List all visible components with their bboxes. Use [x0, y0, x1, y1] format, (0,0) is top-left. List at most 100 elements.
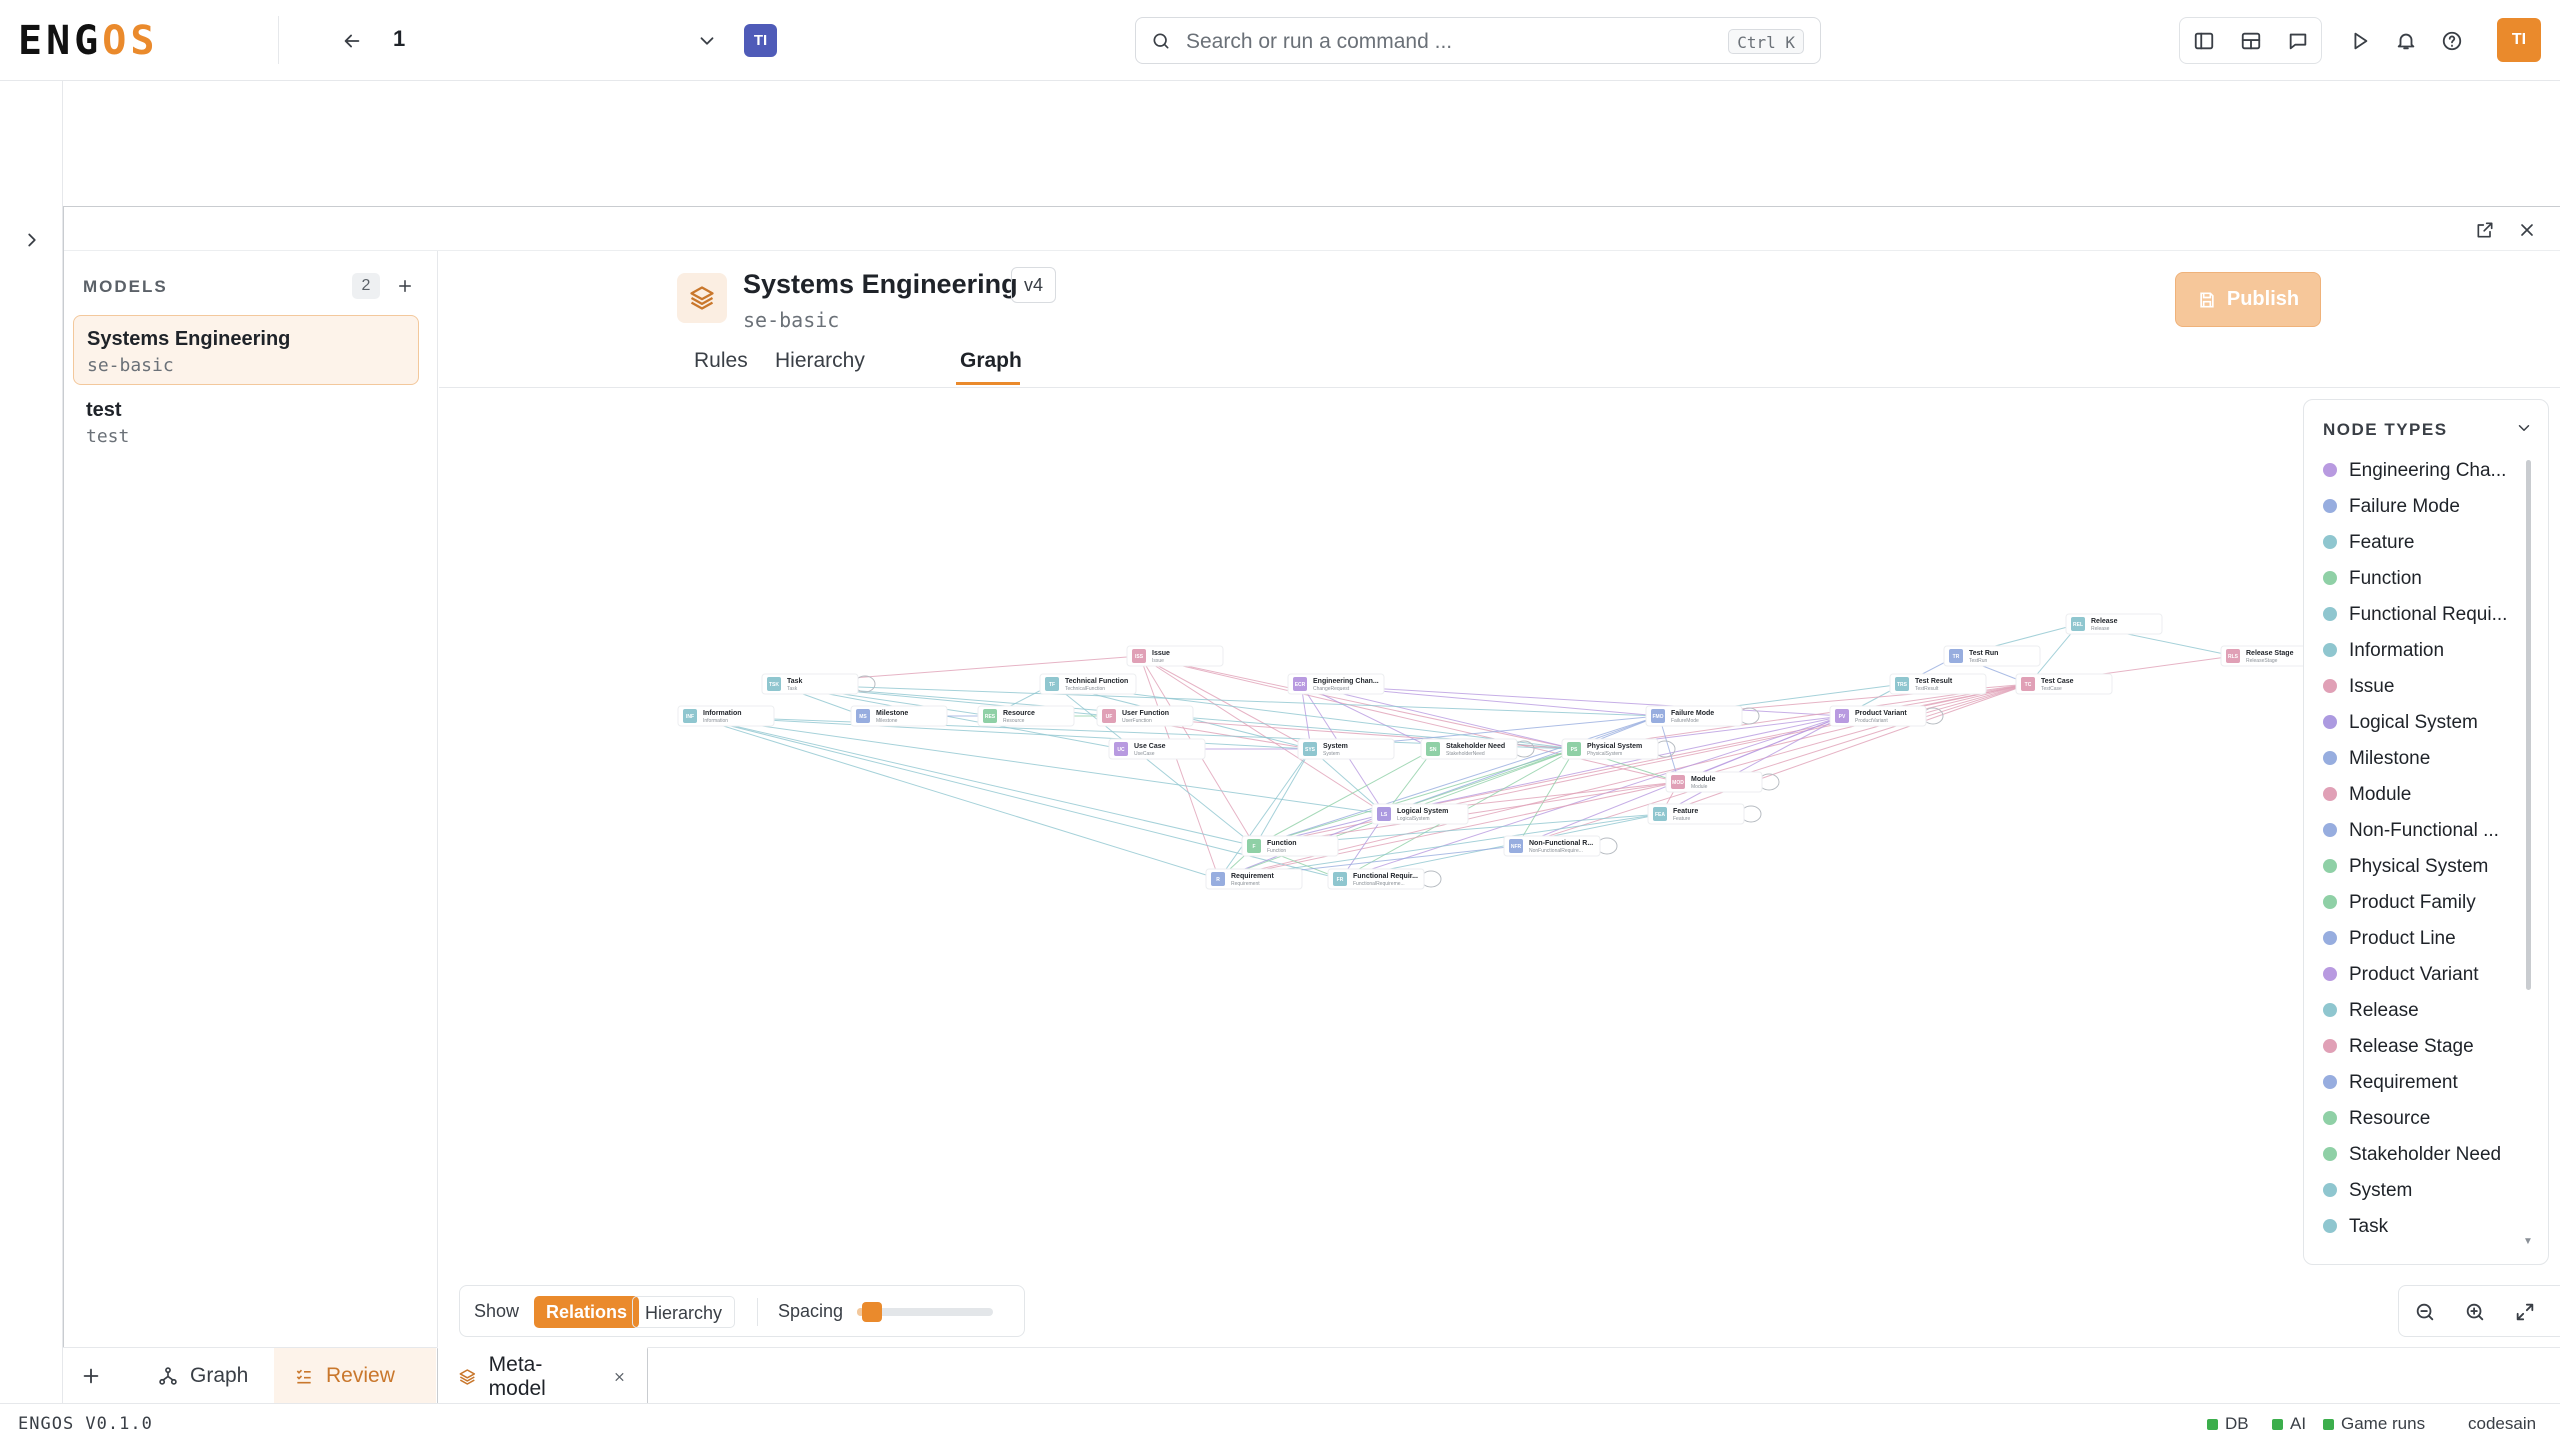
node-type-label: Product Family [2349, 892, 2476, 913]
scroll-down-icon[interactable]: ▼ [2523, 1236, 2533, 1247]
expand-chevron-icon[interactable] [18, 226, 46, 254]
engos-logo[interactable]: ENGOS [18, 21, 158, 61]
graph-node[interactable]: RES ResourceResource [977, 705, 1075, 727]
node-type-item[interactable]: Information [2323, 640, 2444, 662]
node-type-label: Feature [2349, 532, 2415, 553]
node-type-item[interactable]: Issue [2323, 676, 2394, 698]
zoom-in-icon[interactable] [2461, 1298, 2489, 1326]
node-type-item[interactable]: Functional Requi... [2323, 604, 2507, 626]
node-type-item[interactable]: Non-Functional ... [2323, 820, 2499, 842]
graph-icon [159, 1367, 177, 1385]
graph-node[interactable]: R RequirementRequirement [1205, 868, 1303, 890]
node-type-item[interactable]: Product Line [2323, 928, 2456, 950]
command-search[interactable]: Search or run a command ... Ctrl K [1135, 17, 1821, 64]
relations-toggle[interactable]: Relations [534, 1296, 640, 1328]
graph-node[interactable]: PV Product VariantProductVariant [1829, 705, 1927, 727]
model-item[interactable]: Systems Engineering se-basic [73, 315, 419, 385]
spacing-slider[interactable] [857, 1302, 993, 1322]
sidebar-toggle-icon[interactable] [2180, 18, 2227, 63]
publish-button[interactable]: Publish [2175, 272, 2321, 327]
node-type-item[interactable]: Function [2323, 568, 2422, 590]
divider [757, 1298, 758, 1326]
help-icon[interactable] [2436, 25, 2468, 57]
tab-meta-model[interactable]: Meta-model [437, 1347, 648, 1404]
node-type-item[interactable]: Module [2323, 784, 2411, 806]
graph-node[interactable]: REL ReleaseRelease [2065, 613, 2163, 635]
node-type-item[interactable]: Physical System [2323, 856, 2488, 878]
graph-node[interactable]: INF InformationInformation [677, 705, 775, 727]
node-type-item[interactable]: System [2323, 1180, 2412, 1202]
breadcrumb-value[interactable]: 1 [393, 26, 405, 52]
tab-hierarchy[interactable]: Hierarchy [775, 349, 865, 373]
models-count: 2 [352, 273, 380, 299]
graph-node[interactable]: TF Technical FunctionTechnicalFunction [1039, 673, 1137, 695]
collapse-chevron-icon[interactable] [2512, 416, 2536, 440]
tab-rules[interactable]: Rules [694, 349, 748, 373]
node-type-item[interactable]: Product Family [2323, 892, 2476, 914]
svg-text:TF: TF [1049, 682, 1055, 688]
node-type-item[interactable]: Task [2323, 1216, 2388, 1238]
node-type-item[interactable]: Requirement [2323, 1072, 2458, 1094]
node-type-color-dot [2323, 895, 2337, 909]
node-type-item[interactable]: Engineering Cha... [2323, 460, 2506, 482]
meta-model-graph[interactable]: REL ReleaseReleaseTR Test RunTestRunRLS Rel… [439, 388, 2359, 1348]
node-type-item[interactable]: Stakeholder Need [2323, 1144, 2501, 1166]
graph-node[interactable]: PS Physical SystemPhysicalSystem [1561, 738, 1659, 760]
close-panel-icon[interactable] [2514, 217, 2540, 243]
model-slug: se-basic [743, 308, 840, 332]
graph-node[interactable]: SN Stakeholder NeedStakeholderNeed [1420, 738, 1518, 760]
workspace-avatar[interactable]: TI [744, 24, 777, 57]
tab-label: Review [326, 1364, 395, 1387]
fit-view-icon[interactable] [2511, 1298, 2539, 1326]
svg-text:Functional Requir...: Functional Requir... [1353, 873, 1418, 880]
graph-node[interactable]: UC Use CaseUseCase [1108, 738, 1206, 760]
add-tab-icon[interactable] [77, 1362, 105, 1390]
chevron-down-icon[interactable] [694, 28, 720, 54]
hierarchy-toggle[interactable]: Hierarchy [632, 1296, 736, 1328]
model-item[interactable]: test test [73, 387, 419, 457]
back-arrow-icon[interactable] [336, 26, 368, 56]
scrollbar[interactable] [2526, 460, 2531, 990]
graph-node[interactable]: ECR Engineering Chan...ChangeRequest [1287, 673, 1385, 695]
node-type-item[interactable]: Product Variant [2323, 964, 2479, 986]
graph-node[interactable]: ISS IssueIssue [1126, 645, 1224, 667]
graph-node[interactable]: TRS Test ResultTestResult [1889, 673, 1987, 695]
node-type-item[interactable]: Release [2323, 1000, 2419, 1022]
graph-node[interactable]: TSK TaskTask [761, 673, 859, 695]
user-avatar[interactable]: TI [2497, 18, 2541, 62]
chat-icon[interactable] [2274, 18, 2321, 63]
bell-icon[interactable] [2390, 25, 2422, 57]
node-type-item[interactable]: Release Stage [2323, 1036, 2474, 1058]
graph-node[interactable]: MS MilestoneMilestone [850, 705, 948, 727]
graph-node[interactable]: FMO Failure ModeFailureMode [1645, 705, 1743, 727]
graph-node[interactable]: F FunctionFunction [1241, 835, 1339, 857]
graph-node[interactable]: MOD ModuleModule [1665, 771, 1763, 793]
svg-text:TRS: TRS [1897, 682, 1908, 688]
close-tab-icon[interactable] [612, 1369, 627, 1385]
play-icon[interactable] [2344, 25, 2376, 57]
open-external-icon[interactable] [2472, 217, 2498, 243]
graph-node[interactable]: NFR Non-Functional R...NonFunctionalRequi… [1503, 835, 1601, 857]
graph-node[interactable]: LS Logical SystemLogicalSystem [1371, 803, 1469, 825]
node-type-label: Functional Requi... [2349, 604, 2508, 625]
add-model-icon[interactable] [392, 273, 418, 299]
node-type-item[interactable]: Failure Mode [2323, 496, 2460, 518]
graph-node[interactable]: TC Test CaseTestCase [2015, 673, 2113, 695]
node-type-item[interactable]: Feature [2323, 532, 2414, 554]
graph-node[interactable]: FEA FeatureFeature [1647, 803, 1745, 825]
node-type-item[interactable]: Logical System [2323, 712, 2478, 734]
graph-node[interactable]: UF User FunctionUserFunction [1096, 705, 1194, 727]
spacing-slider-thumb[interactable] [861, 1302, 882, 1322]
graph-edge [1516, 683, 2030, 847]
graph-node[interactable]: SYS SystemSystem [1297, 738, 1395, 760]
graph-node[interactable]: TR Test RunTestRun [1943, 645, 2041, 667]
node-type-item[interactable]: Milestone [2323, 748, 2430, 770]
layout-panels-icon[interactable] [2227, 18, 2274, 63]
graph-node[interactable]: FR Functional Requir...FunctionalRequirem… [1327, 868, 1425, 890]
zoom-out-icon[interactable] [2411, 1298, 2439, 1326]
tab-graph[interactable]: Graph [960, 349, 1022, 373]
svg-text:Task: Task [787, 678, 803, 685]
node-type-item[interactable]: Resource [2323, 1108, 2430, 1130]
tab-review[interactable]: Review [274, 1348, 436, 1404]
svg-text:Release Stage: Release Stage [2246, 650, 2294, 657]
